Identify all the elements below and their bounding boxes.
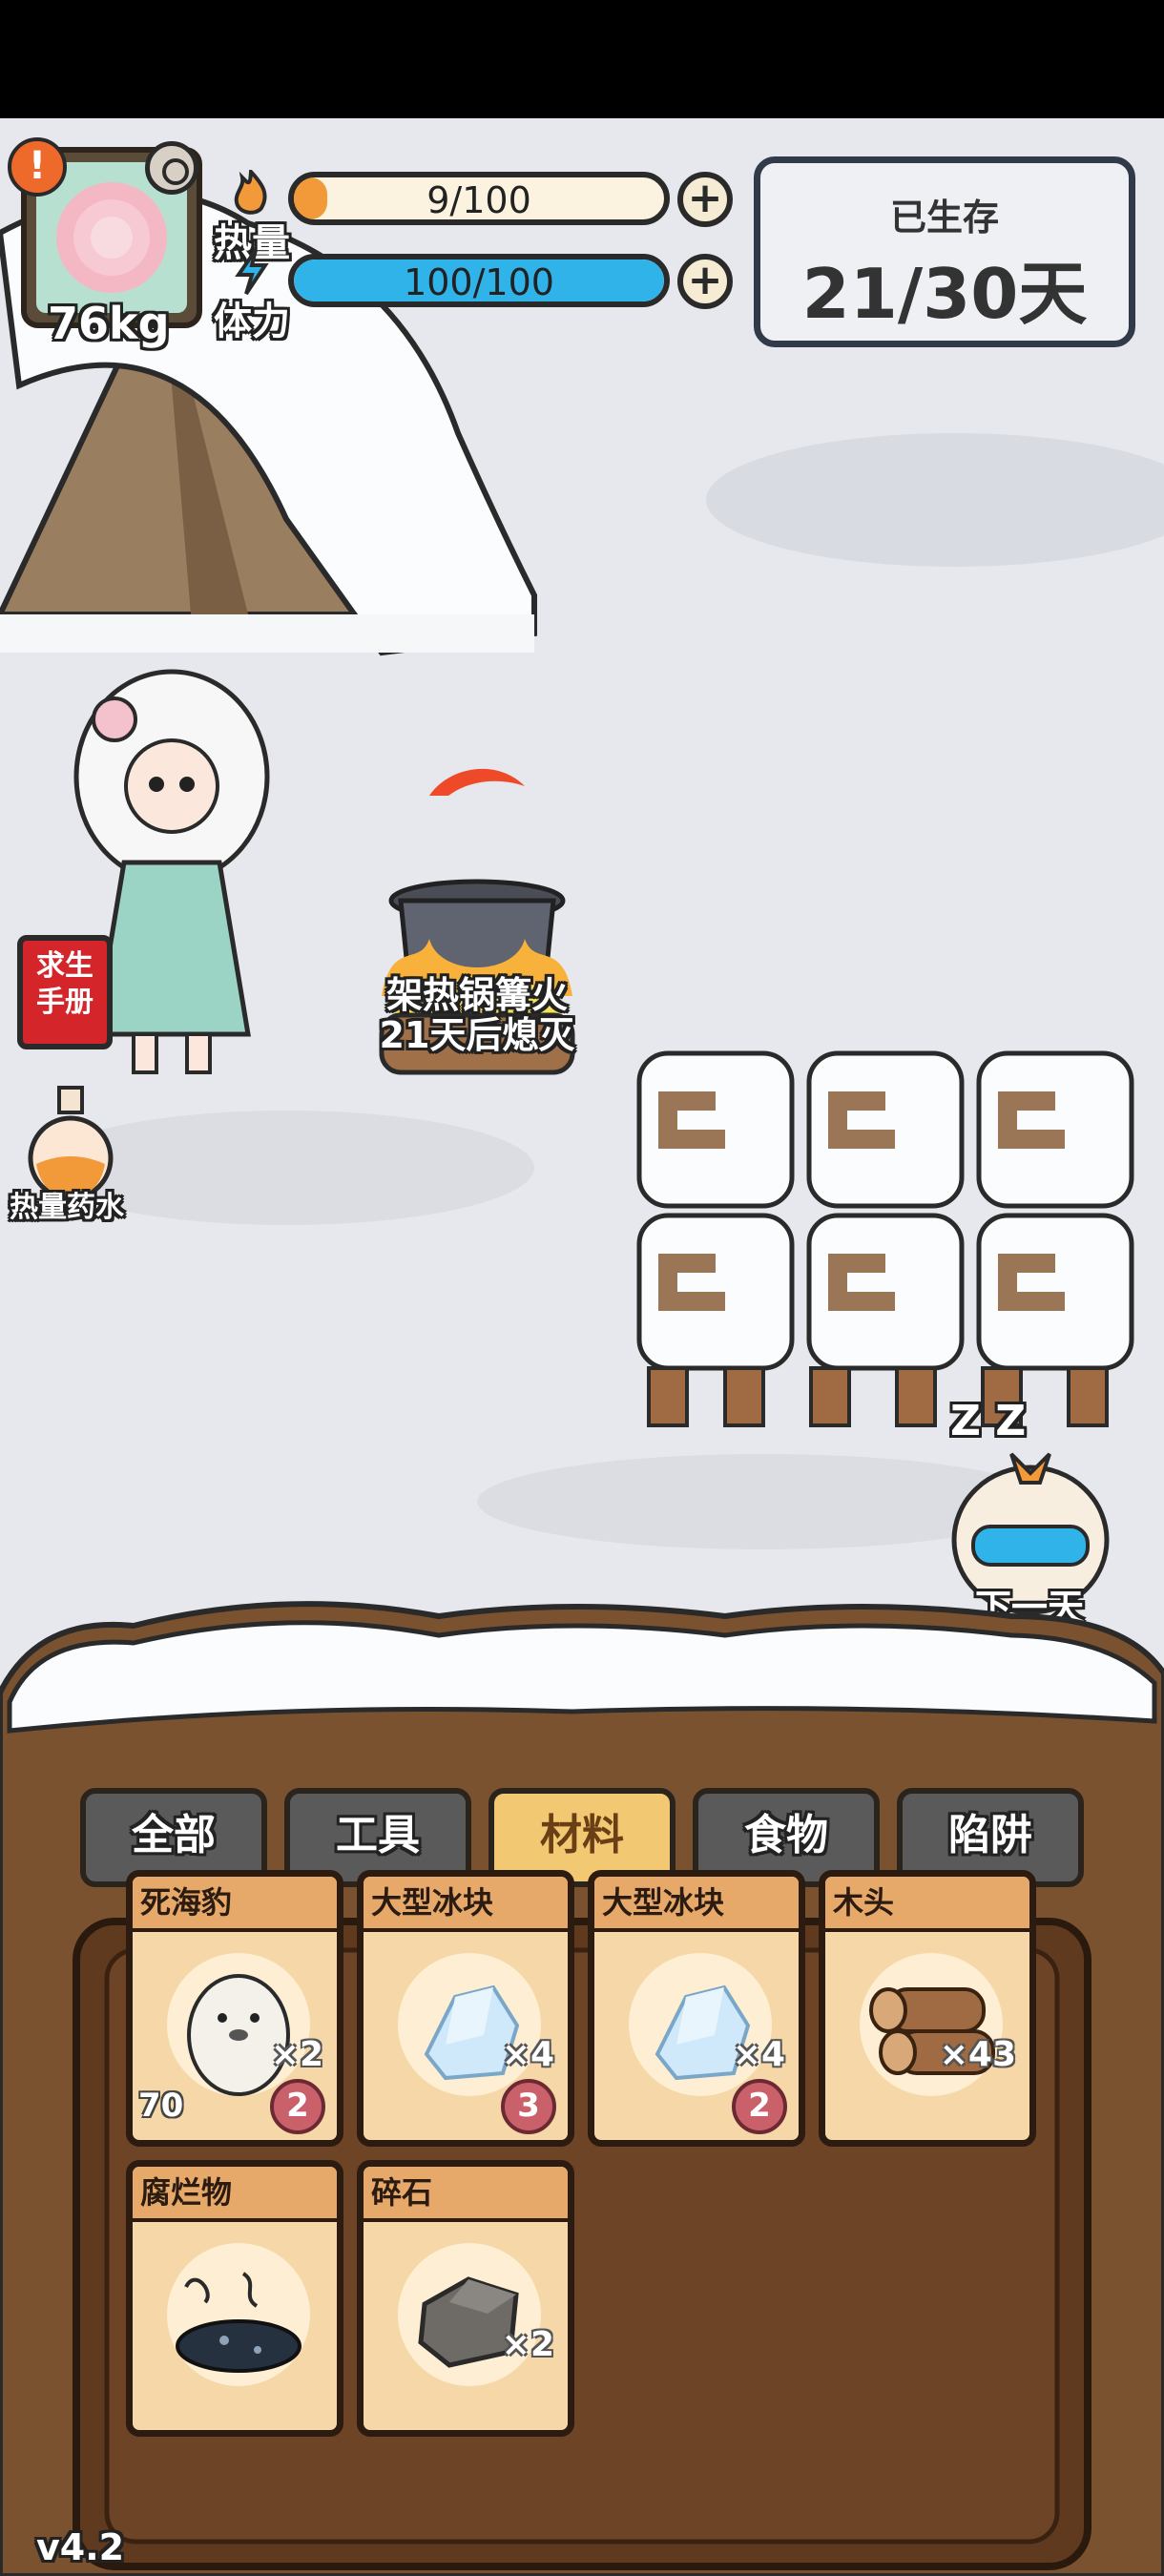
stamina-bar: 100/100 <box>288 254 670 307</box>
flame-icon <box>234 170 267 215</box>
item-count-badge: 3 <box>501 2079 556 2134</box>
item-quantity: ×4 <box>732 2035 785 2074</box>
tab-label: 食物 <box>744 1811 828 1859</box>
item-card[interactable]: 碎石 ×2 <box>357 2160 574 2437</box>
tab-label: 陷阱 <box>948 1811 1032 1859</box>
survival-panel: 已生存 21/30天 <box>754 156 1135 347</box>
item-card[interactable]: 死海豹 ×2 70 2 <box>126 1870 343 2147</box>
stamina-label: 体力 <box>214 300 290 343</box>
item-card[interactable]: 腐烂物 <box>126 2160 343 2437</box>
stamina-value: 100/100 <box>404 261 554 303</box>
player-weight: 76kg <box>48 298 170 349</box>
add-heat-button[interactable]: + <box>677 172 733 227</box>
heat-potion-label: 热量药水 <box>10 1191 124 1224</box>
item-quantity: ×43 <box>939 2035 1016 2074</box>
seal-icon <box>187 1974 290 2096</box>
tab-label: 工具 <box>336 1811 420 1859</box>
survival-manual-button[interactable]: 求生手册 <box>17 935 113 1049</box>
plus-glyph: + <box>687 174 723 222</box>
item-tag: 70 <box>138 2087 184 2125</box>
plus-glyph: + <box>687 256 723 304</box>
heat-bar: 9/100 <box>288 172 670 225</box>
item-count-badge: 2 <box>270 2079 325 2134</box>
item-card[interactable]: 木头 ×43 <box>819 1870 1036 2147</box>
campfire-timer: 21天后熄灭 <box>379 1014 575 1056</box>
item-name: 死海豹 <box>133 1877 337 1932</box>
game-scene: ! 76kg 热量 9/100 + 体力 100/100 + 已生存 21/30… <box>0 118 1164 2576</box>
lightning-icon <box>235 248 269 296</box>
item-count-badge: 2 <box>732 2079 787 2134</box>
survival-label: 已生存 <box>889 197 999 239</box>
heat-value: 9/100 <box>426 179 531 221</box>
item-quantity: ×2 <box>270 2035 323 2074</box>
item-quantity: ×4 <box>501 2035 554 2074</box>
item-name: 大型冰块 <box>594 1877 799 1932</box>
log-pile-icon[interactable] <box>620 1034 1154 1454</box>
alert-glyph: ! <box>28 144 47 188</box>
item-card[interactable]: 大型冰块 ×4 2 <box>588 1870 805 2147</box>
rotten-matter-icon <box>176 2272 301 2373</box>
add-stamina-button[interactable]: + <box>677 254 733 309</box>
version-label: v4.2 <box>36 2526 125 2568</box>
survival-days: 21/30天 <box>801 254 1088 334</box>
tab-label: 材料 <box>540 1811 624 1859</box>
item-name: 大型冰块 <box>364 1877 568 1932</box>
wood-log-icon <box>869 1987 995 2075</box>
survival-manual-label: 求生手册 <box>36 949 94 1019</box>
alert-icon[interactable]: ! <box>8 137 67 197</box>
status-bar <box>0 0 1164 118</box>
settings-gear-icon[interactable] <box>145 141 198 195</box>
tab-label: 全部 <box>132 1811 216 1859</box>
item-name: 碎石 <box>364 2167 568 2222</box>
item-name: 腐烂物 <box>133 2167 337 2222</box>
item-quantity: ×2 <box>501 2325 554 2364</box>
item-name: 木头 <box>825 1877 1029 1932</box>
item-card[interactable]: 大型冰块 ×4 3 <box>357 1870 574 2147</box>
